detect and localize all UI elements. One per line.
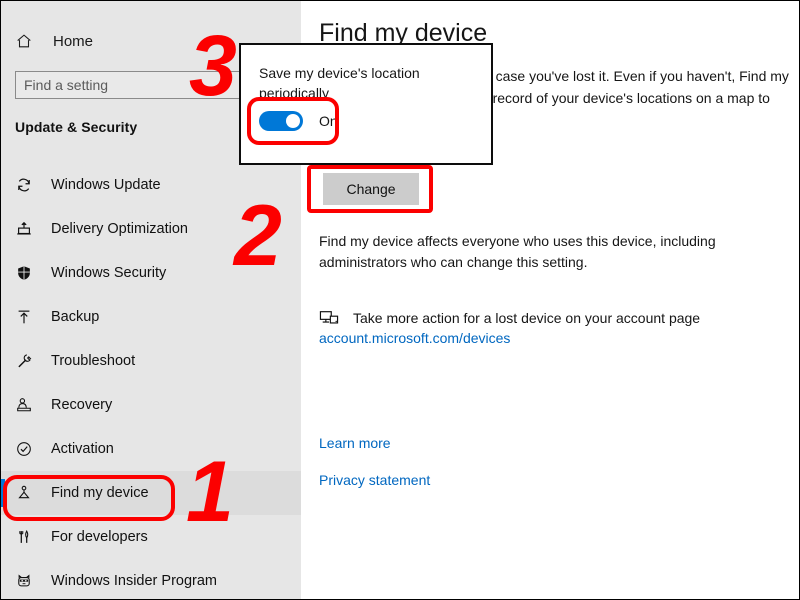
save-location-toggle-row[interactable]: On xyxy=(259,111,338,131)
sidebar-item-label: Windows Security xyxy=(51,265,167,281)
sidebar-item-activation[interactable]: Activation xyxy=(1,427,301,471)
change-button[interactable]: Change xyxy=(323,173,419,205)
affects-everyone-text: Find my device affects everyone who uses… xyxy=(319,233,716,270)
delivery-box-icon xyxy=(15,218,39,240)
sidebar-item-backup[interactable]: Backup xyxy=(1,295,301,339)
shield-icon xyxy=(15,262,39,284)
home-icon xyxy=(15,31,41,51)
privacy-statement-link[interactable]: Privacy statement xyxy=(319,472,430,488)
sidebar-item-label: Activation xyxy=(51,441,114,457)
learn-more-link[interactable]: Learn more xyxy=(319,435,391,451)
sidebar-item-for-developers[interactable]: For developers xyxy=(1,515,301,559)
settings-window: Home Update & Security Windows Update xyxy=(0,0,800,600)
wrench-icon xyxy=(15,350,39,372)
toggle-knob xyxy=(286,114,300,128)
sidebar-item-label: Backup xyxy=(51,309,100,325)
ninjacat-icon xyxy=(15,570,39,592)
sidebar-section-title: Update & Security xyxy=(15,119,138,135)
sidebar-item-troubleshoot[interactable]: Troubleshoot xyxy=(1,339,301,383)
account-action-row: Take more action for a lost device on yo… xyxy=(319,309,789,327)
sidebar-item-label: Windows Update xyxy=(51,177,161,193)
sidebar-home-label: Home xyxy=(53,32,94,50)
backup-upload-icon xyxy=(15,306,39,328)
find-my-device-icon xyxy=(15,482,39,504)
check-circle-icon xyxy=(15,438,39,460)
sidebar-item-recovery[interactable]: Recovery xyxy=(1,383,301,427)
sidebar-item-windows-insider-program[interactable]: Windows Insider Program xyxy=(1,559,301,599)
sidebar-item-label: For developers xyxy=(51,529,148,545)
save-location-toggle[interactable] xyxy=(259,111,303,131)
account-page-block: Take more action for a lost device on yo… xyxy=(319,309,789,346)
save-location-flyout: Save my device's location periodically O… xyxy=(239,43,493,165)
annotation-step-3: 3 xyxy=(189,18,237,114)
save-location-label: Save my device's location periodically xyxy=(259,65,420,101)
sidebar-item-label: Recovery xyxy=(51,397,113,413)
account-action-text: Take more action for a lost device on yo… xyxy=(353,310,701,326)
sidebar-item-label: Troubleshoot xyxy=(51,353,136,369)
sidebar-item-label: Windows Insider Program xyxy=(51,573,217,589)
toggle-state-label: On xyxy=(319,113,338,129)
sync-icon xyxy=(15,174,39,196)
account-page-link[interactable]: account.microsoft.com/devices xyxy=(319,330,789,346)
developer-tools-icon xyxy=(15,526,39,548)
sidebar-item-label: Find my device xyxy=(51,485,149,501)
sidebar-item-label: Delivery Optimization xyxy=(51,221,188,237)
annotation-step-2: 2 xyxy=(234,188,282,284)
annotation-step-1: 1 xyxy=(186,444,234,540)
sidebar-item-find-my-device[interactable]: Find my device xyxy=(1,471,301,515)
recovery-icon xyxy=(15,394,39,416)
devices-icon xyxy=(319,309,345,327)
